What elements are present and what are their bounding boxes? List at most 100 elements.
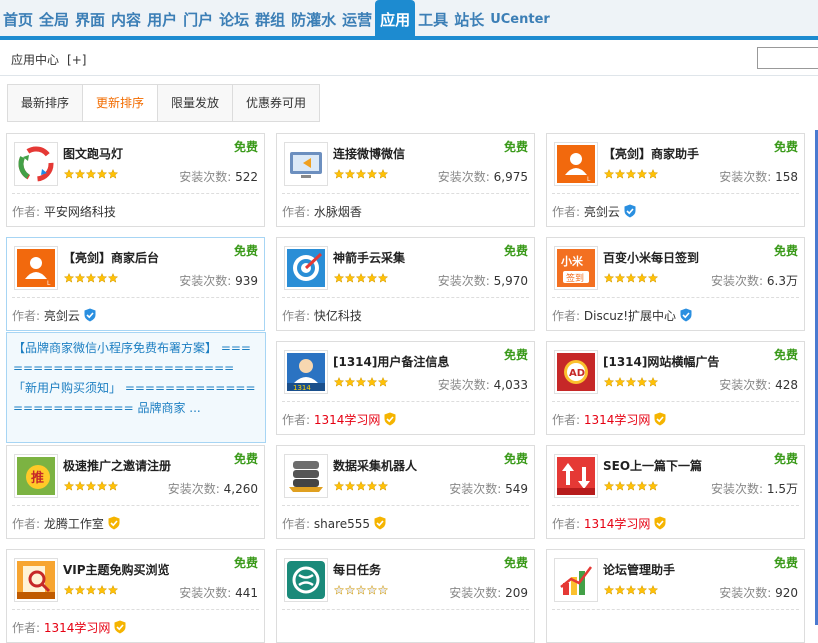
merchant-icon[interactable]: L xyxy=(554,142,598,186)
author-name[interactable]: 平安网络科技 xyxy=(44,205,116,219)
author-name[interactable]: 亮剑云 xyxy=(584,205,620,219)
nav-item-1[interactable]: 全局 xyxy=(36,0,72,36)
nav-item-0[interactable]: 首页 xyxy=(0,0,36,36)
nav-item-5[interactable]: 门户 xyxy=(180,0,216,36)
app-card[interactable]: 数据采集机器人 免费 安装次数: 549 作者: share555 xyxy=(276,445,535,539)
popup-text: 【品牌商家微信小程序免费布署方案】 ======================… xyxy=(13,341,256,415)
nav-item-6[interactable]: 论坛 xyxy=(216,0,252,36)
app-author: 作者: 1314学习网 xyxy=(552,411,667,428)
app-name[interactable]: 数据采集机器人 xyxy=(333,457,417,474)
app-name[interactable]: 【亮剑】商家助手 xyxy=(603,145,699,162)
author-name[interactable]: 亮剑云 xyxy=(44,309,80,323)
ad-icon[interactable]: AD xyxy=(554,350,598,394)
app-card[interactable]: AD [1314]网站横幅广告 免费 安装次数: 428 作者: 1314学习网 xyxy=(546,341,805,435)
author-name[interactable]: 龙腾工作室 xyxy=(44,517,104,531)
user-info-icon[interactable]: 1314 xyxy=(284,350,328,394)
app-name[interactable]: 【亮剑】商家后台 xyxy=(63,249,159,266)
free-label: 免费 xyxy=(503,452,528,466)
merchant-icon[interactable]: L xyxy=(14,246,58,290)
svg-text:推: 推 xyxy=(31,470,44,486)
app-card[interactable]: SEO上一篇下一篇 免费 安装次数: 1.5万 作者: 1314学习网 xyxy=(546,445,805,539)
tab-sort-1[interactable]: 更新排序 xyxy=(83,85,159,121)
install-count: 安装次数: 549 xyxy=(449,482,528,496)
author-name[interactable]: share555 xyxy=(314,517,370,531)
app-card[interactable]: VIP主题免购买浏览 免费 安装次数: 441 作者: 1314学习网 xyxy=(6,549,265,643)
nav-item-2[interactable]: 界面 xyxy=(72,0,108,36)
install-count: 安装次数: 522 xyxy=(179,170,258,184)
author-name[interactable]: 快亿科技 xyxy=(314,309,362,323)
app-card[interactable]: 推 极速推广之邀请注册 免费 安装次数: 4,260 作者: 龙腾工作室 xyxy=(6,445,265,539)
updown-icon[interactable] xyxy=(554,454,598,498)
tab-sort-0[interactable]: 最新排序 xyxy=(8,85,84,121)
app-card[interactable]: 图文跑马灯 免费 安装次数: 522 作者: 平安网络科技 xyxy=(6,133,265,227)
app-name[interactable]: 论坛管理助手 xyxy=(603,561,675,578)
search-input[interactable] xyxy=(757,47,818,69)
app-name[interactable]: [1314]用户备注信息 xyxy=(333,353,449,370)
divider xyxy=(552,297,799,298)
nav-item-10[interactable]: 应用 xyxy=(375,0,416,36)
rating-stars xyxy=(64,481,118,491)
carousel-icon[interactable] xyxy=(14,142,58,186)
vip-search-icon[interactable] xyxy=(14,558,58,602)
tab-sort-3[interactable]: 优惠券可用 xyxy=(233,85,319,121)
author-name[interactable]: Discuz!扩展中心 xyxy=(584,309,676,323)
divider xyxy=(282,193,529,194)
chart-bars-icon[interactable] xyxy=(554,558,598,602)
xiaomi-sign-icon[interactable]: 小米 签到 xyxy=(554,246,598,290)
nav-item-9[interactable]: 运营 xyxy=(339,0,375,36)
nav-item-7[interactable]: 群组 xyxy=(252,0,288,36)
app-card[interactable]: L 【亮剑】商家助手 免费 安装次数: 158 作者: 亮剑云 xyxy=(546,133,805,227)
app-name[interactable]: [1314]网站横幅广告 xyxy=(603,353,719,370)
app-card[interactable]: 小米 签到 百变小米每日签到 免费 安装次数: 6.3万 作者: Discuz!扩展中心 xyxy=(546,237,805,331)
app-card[interactable]: L 【亮剑】商家后台 免费 安装次数: 939 作者: 亮剑云 xyxy=(6,237,265,331)
app-name[interactable]: 连接微博微信 xyxy=(333,145,405,162)
app-name[interactable]: 图文跑马灯 xyxy=(63,145,123,162)
verified-badge-icon xyxy=(83,308,97,322)
app-name[interactable]: 神箭手云采集 xyxy=(333,249,405,266)
free-label: 免费 xyxy=(503,140,528,154)
nav-item-13[interactable]: UCenter xyxy=(487,0,553,36)
free-label: 免费 xyxy=(773,348,798,362)
nav-item-11[interactable]: 工具 xyxy=(415,0,451,36)
nav-item-3[interactable]: 内容 xyxy=(108,0,144,36)
free-label: 免费 xyxy=(773,556,798,570)
divider xyxy=(282,297,529,298)
tab-sort-2[interactable]: 限量发放 xyxy=(158,85,234,121)
app-card[interactable]: 1314 [1314]用户备注信息 免费 安装次数: 4,033 作者: 1314学习网 xyxy=(276,341,535,435)
promote-icon[interactable]: 推 xyxy=(14,454,58,498)
target-icon[interactable] xyxy=(284,246,328,290)
app-name[interactable]: 每日任务 xyxy=(333,561,381,578)
svg-text:AD: AD xyxy=(569,368,585,379)
app-name[interactable]: 百变小米每日签到 xyxy=(603,249,699,266)
author-name[interactable]: 1314学习网 xyxy=(314,413,381,427)
app-name[interactable]: 极速推广之邀请注册 xyxy=(63,457,171,474)
app-name[interactable]: VIP主题免购买浏览 xyxy=(63,561,170,578)
daily-task-icon[interactable] xyxy=(284,558,328,602)
app-card[interactable]: 神箭手云采集 免费 安装次数: 5,970 作者: 快亿科技 xyxy=(276,237,535,331)
divider xyxy=(282,609,529,610)
app-card[interactable]: 每日任务 免费 安装次数: 209 xyxy=(276,549,535,643)
app-author: 作者: 1314学习网 xyxy=(282,411,397,428)
app-card[interactable]: 连接微博微信 免费 安装次数: 6,975 作者: 水脉烟香 xyxy=(276,133,535,227)
nav-item-4[interactable]: 用户 xyxy=(144,0,180,36)
app-description-popup[interactable]: 【品牌商家微信小程序免费布署方案】 ======================… xyxy=(6,332,266,443)
data-robot-icon[interactable] xyxy=(284,454,328,498)
nav-item-12[interactable]: 站长 xyxy=(451,0,487,36)
author-name[interactable]: 1314学习网 xyxy=(584,517,651,531)
author-name[interactable]: 1314学习网 xyxy=(44,621,111,635)
install-count: 安装次数: 939 xyxy=(179,274,258,288)
app-name[interactable]: SEO上一篇下一篇 xyxy=(603,457,702,474)
app-center-title[interactable]: 应用中心 xyxy=(11,51,59,68)
verified-badge-icon xyxy=(653,412,667,426)
add-tab-button[interactable]: [+] xyxy=(67,53,86,67)
app-card[interactable]: 论坛管理助手 免费 安装次数: 920 xyxy=(546,549,805,643)
divider xyxy=(552,401,799,402)
app-author: 作者: 平安网络科技 xyxy=(12,205,116,219)
author-name[interactable]: 水脉烟香 xyxy=(314,205,362,219)
author-name[interactable]: 1314学习网 xyxy=(584,413,651,427)
verified-badge-icon xyxy=(107,516,121,530)
verified-badge-icon xyxy=(653,516,667,530)
nav-item-8[interactable]: 防灌水 xyxy=(288,0,339,36)
monitor-arrow-icon[interactable] xyxy=(284,142,328,186)
app-author: 作者: 亮剑云 xyxy=(12,307,97,324)
